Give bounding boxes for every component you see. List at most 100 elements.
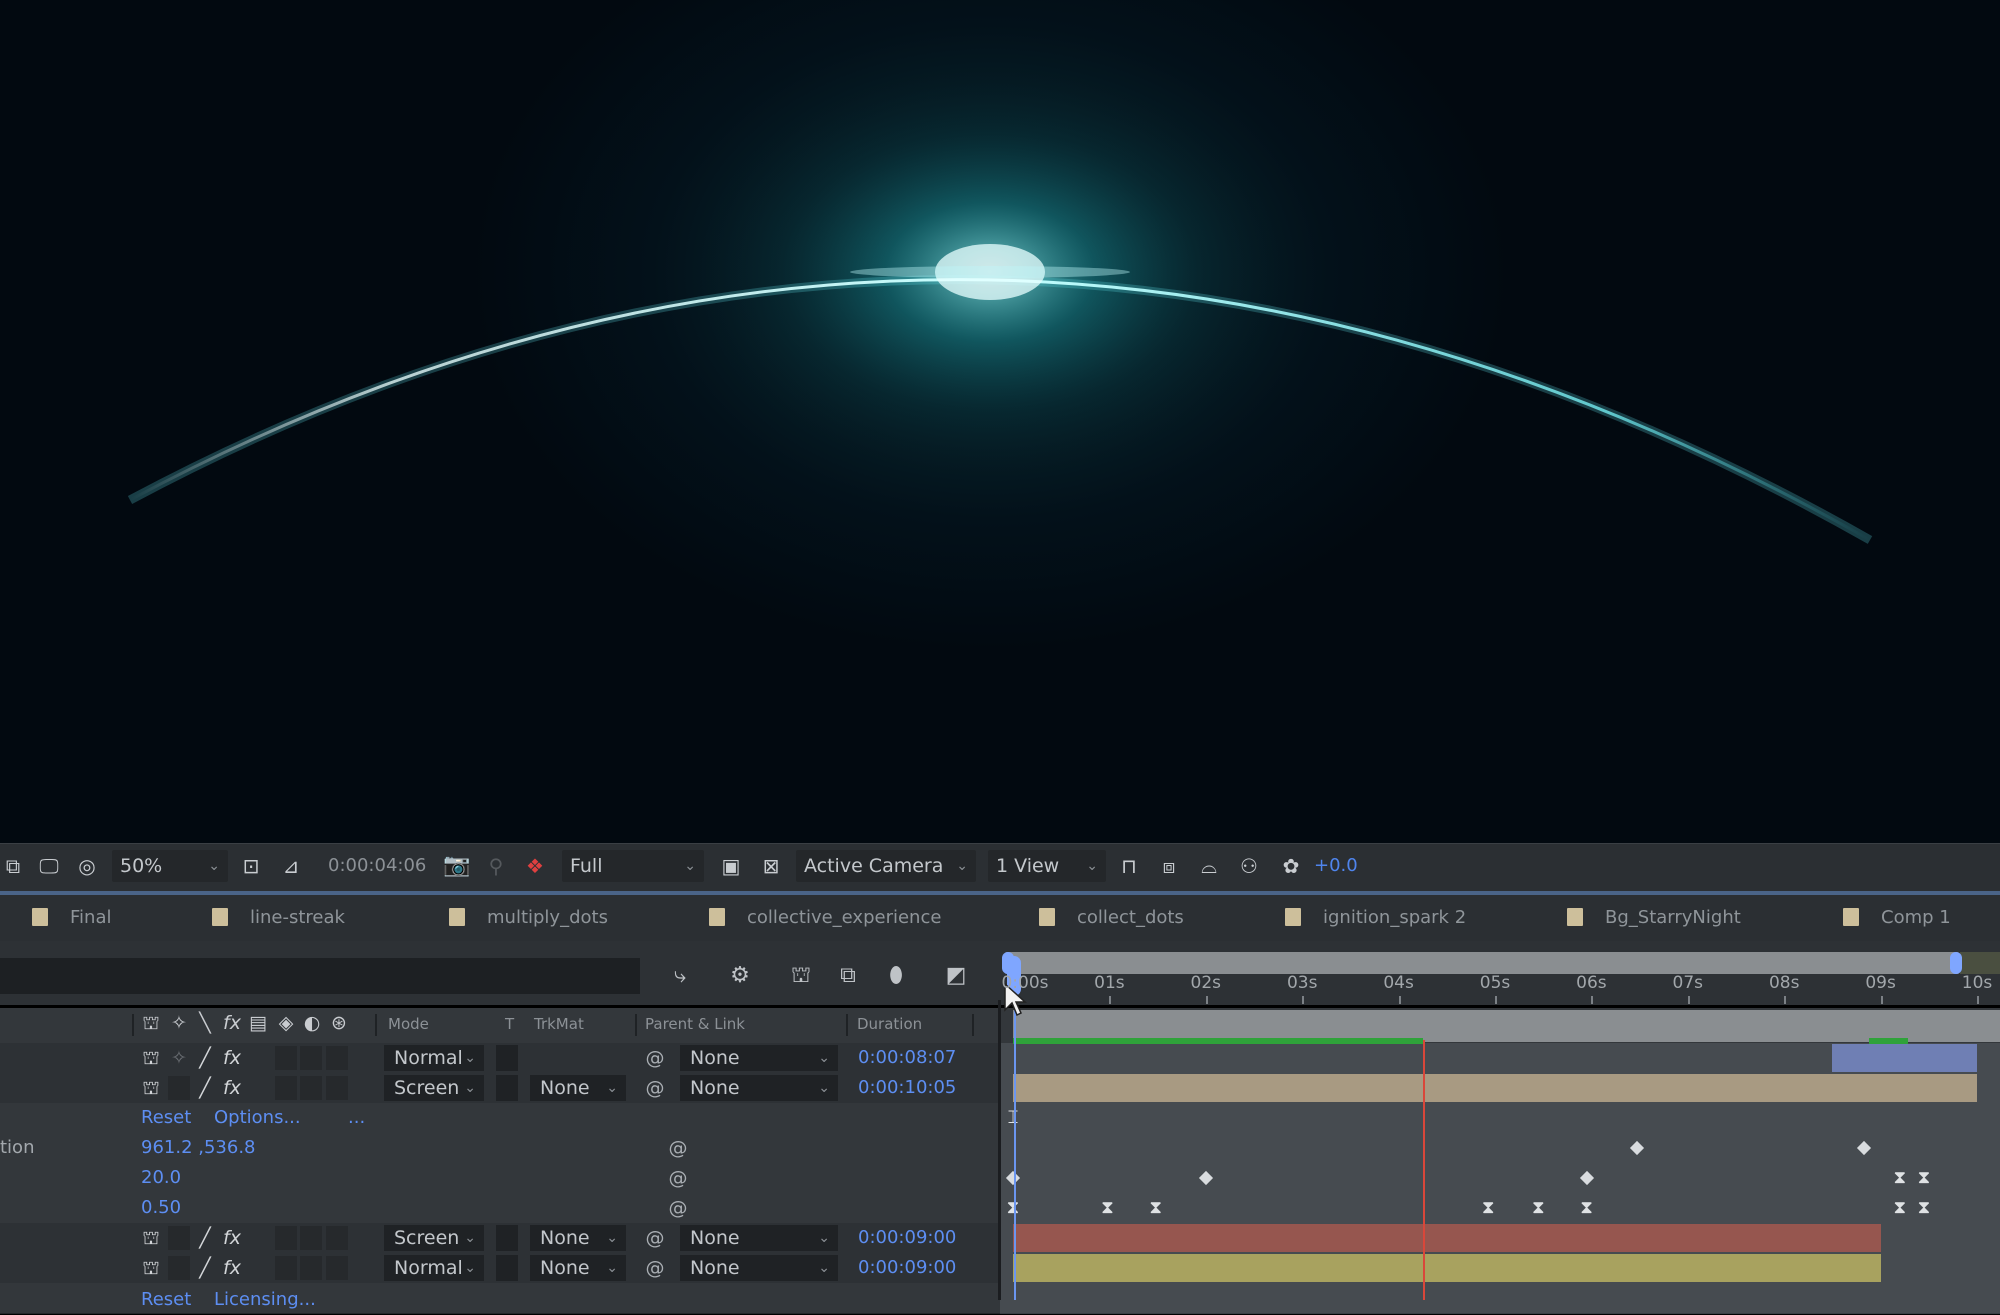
always-preview-icon[interactable]: ⧉	[0, 853, 26, 879]
shy-icon[interactable]: ⛫	[139, 1043, 163, 1073]
mode-dropdown[interactable]: Normal ⌄	[384, 1255, 484, 1281]
keyframe-easy-ease[interactable]: ⧗	[1006, 1199, 1020, 1217]
preserve-transparency-toggle[interactable]	[496, 1075, 518, 1101]
parent-dropdown[interactable]: None ⌄	[680, 1225, 838, 1251]
switch-box[interactable]	[300, 1046, 322, 1070]
composition-viewer[interactable]	[0, 0, 2000, 843]
reset-link[interactable]: Reset	[141, 1103, 191, 1133]
3d-layer-icon[interactable]: ⊛	[327, 1012, 351, 1034]
layer-duration-bar[interactable]	[1013, 1074, 1977, 1102]
tab-collect-dots[interactable]: collect_dots	[1039, 904, 1184, 932]
property-value[interactable]: 0.50	[141, 1193, 181, 1223]
timeline-track[interactable]	[1000, 1163, 2000, 1194]
expression-pickwhip-icon[interactable]: @	[665, 1163, 691, 1193]
effects-icon[interactable]: fx	[220, 1043, 244, 1073]
motion-blur-icon[interactable]: ⬮	[880, 960, 912, 992]
switch-box[interactable]	[168, 1226, 190, 1250]
tab-line-streak[interactable]: line-streak	[212, 904, 345, 932]
switch-box[interactable]	[275, 1046, 297, 1070]
tab-collective-experience[interactable]: collective_experience	[709, 904, 941, 932]
shy-layers-icon[interactable]: ⛫	[785, 960, 817, 992]
switch-box[interactable]	[275, 1256, 297, 1280]
duration-value[interactable]: 0:00:08:07	[858, 1043, 956, 1073]
reset-link[interactable]: Reset	[141, 1285, 191, 1315]
region-of-interest-icon[interactable]: ⊡	[238, 853, 264, 879]
motion-blur-column-icon[interactable]: ◈	[274, 1012, 298, 1034]
switch-box[interactable]	[168, 1256, 190, 1280]
collapse-icon[interactable]: ✧	[167, 1043, 191, 1073]
resolution-dropdown[interactable]: Full ⌄	[562, 850, 704, 882]
keyframe-easy-ease[interactable]: ⧗	[1893, 1199, 1907, 1217]
view-layout-dropdown[interactable]: 1 View ⌄	[988, 850, 1106, 882]
switch-box[interactable]	[326, 1226, 348, 1250]
switch-box[interactable]	[300, 1226, 322, 1250]
exposure-value[interactable]: +0.0	[1314, 850, 1358, 882]
switch-box[interactable]	[168, 1076, 190, 1100]
transparency-grid-icon[interactable]: ⊿	[278, 853, 304, 879]
collapse-transform-icon[interactable]: ✧	[167, 1012, 191, 1034]
current-time-display[interactable]: 0:00:04:06	[328, 850, 426, 882]
timeline-track[interactable]	[1000, 1133, 2000, 1164]
layer-duration-bar[interactable]	[1832, 1044, 1977, 1072]
reset-view-icon[interactable]: ⌓	[1196, 853, 1222, 879]
mode-dropdown[interactable]: Normal ⌄	[384, 1045, 484, 1071]
tab-ignition-spark-2[interactable]: ignition_spark 2	[1285, 904, 1466, 932]
preserve-transparency-toggle[interactable]	[496, 1255, 518, 1281]
property-value[interactable]: 20.0	[141, 1163, 181, 1193]
timeline-track[interactable]	[1000, 1103, 2000, 1134]
composition-flowchart-icon[interactable]: ⤷	[664, 960, 696, 992]
panel-divider[interactable]	[998, 1000, 1001, 1300]
show-snapshot-icon[interactable]: ⚲	[483, 853, 509, 879]
navigator-end-handle[interactable]	[1950, 952, 1962, 974]
mode-dropdown[interactable]: Screen ⌄	[384, 1225, 484, 1251]
keyframe-easy-ease[interactable]: ⧗	[1481, 1199, 1495, 1217]
shy-icon[interactable]: ⛫	[139, 1073, 163, 1103]
parent-dropdown[interactable]: None ⌄	[680, 1255, 838, 1281]
shy-icon[interactable]: ⛫	[139, 1223, 163, 1253]
keyframe-easy-ease[interactable]: ⧗	[1149, 1199, 1163, 1217]
keyframe-easy-ease[interactable]: ⧗	[1531, 1199, 1545, 1217]
keyframe-easy-ease[interactable]: ⧗	[1917, 1199, 1931, 1217]
flowchart-icon[interactable]: ⚇	[1236, 853, 1262, 879]
snapshot-camera-icon[interactable]: 📷	[443, 853, 470, 879]
mode-dropdown[interactable]: Screen ⌄	[384, 1075, 484, 1101]
effects-icon[interactable]: fx	[220, 1253, 244, 1283]
duration-value[interactable]: 0:00:09:00	[858, 1223, 956, 1253]
keyframe-easy-ease[interactable]: ⧗	[1580, 1199, 1594, 1217]
parent-pickwhip-icon[interactable]: @	[642, 1253, 668, 1283]
graph-editor-icon[interactable]: ◩	[940, 960, 972, 992]
more-link[interactable]: ...	[348, 1103, 365, 1133]
adjustment-layer-icon[interactable]: ◐	[300, 1012, 324, 1034]
parent-pickwhip-icon[interactable]: @	[642, 1223, 668, 1253]
parent-dropdown[interactable]: None ⌄	[680, 1045, 838, 1071]
quality-icon[interactable]: ╱	[193, 1253, 217, 1283]
frame-blend-column-icon[interactable]: ▤	[246, 1012, 270, 1034]
duration-value[interactable]: 0:00:09:00	[858, 1253, 956, 1283]
parent-pickwhip-icon[interactable]: @	[642, 1043, 668, 1073]
3d-view-icon[interactable]: ⧈	[1156, 853, 1182, 879]
quality-icon[interactable]: ╲	[193, 1012, 217, 1034]
layer-duration-bar[interactable]	[1013, 1224, 1881, 1252]
draft-3d-icon[interactable]: ⚙	[724, 960, 756, 992]
licensing-link[interactable]: Licensing...	[214, 1285, 316, 1315]
switch-box[interactable]	[326, 1046, 348, 1070]
expression-pickwhip-icon[interactable]: @	[665, 1193, 691, 1223]
time-navigator-bar[interactable]	[1004, 952, 1960, 974]
keyframe-easy-ease[interactable]: ⧗	[1100, 1199, 1114, 1217]
parent-dropdown[interactable]: None ⌄	[680, 1075, 838, 1101]
keyframe-easy-ease[interactable]: ⧗	[1893, 1169, 1907, 1187]
duration-column-header[interactable]: Duration	[857, 1015, 922, 1033]
frame-blending-icon[interactable]: ⧉	[832, 960, 864, 992]
toggle-pixel-aspect-icon[interactable]: ⊓	[1116, 853, 1142, 879]
timeline-track[interactable]	[1000, 1283, 2000, 1314]
parent-column-header[interactable]: Parent & Link	[645, 1015, 745, 1033]
fast-preview-icon[interactable]: ▣	[718, 853, 744, 879]
vr-glasses-icon[interactable]: ◎	[74, 853, 100, 879]
mode-column-header[interactable]: Mode	[388, 1015, 429, 1033]
monitor-icon[interactable]: 🖵	[36, 853, 62, 879]
quality-icon[interactable]: ╱	[193, 1073, 217, 1103]
trkmat-dropdown[interactable]: None ⌄	[530, 1225, 626, 1251]
property-value[interactable]: 961.2 ,536.8	[141, 1133, 256, 1163]
tab-bg-starrynight[interactable]: Bg_StarryNight	[1567, 904, 1741, 932]
options-link[interactable]: Options...	[214, 1103, 301, 1133]
